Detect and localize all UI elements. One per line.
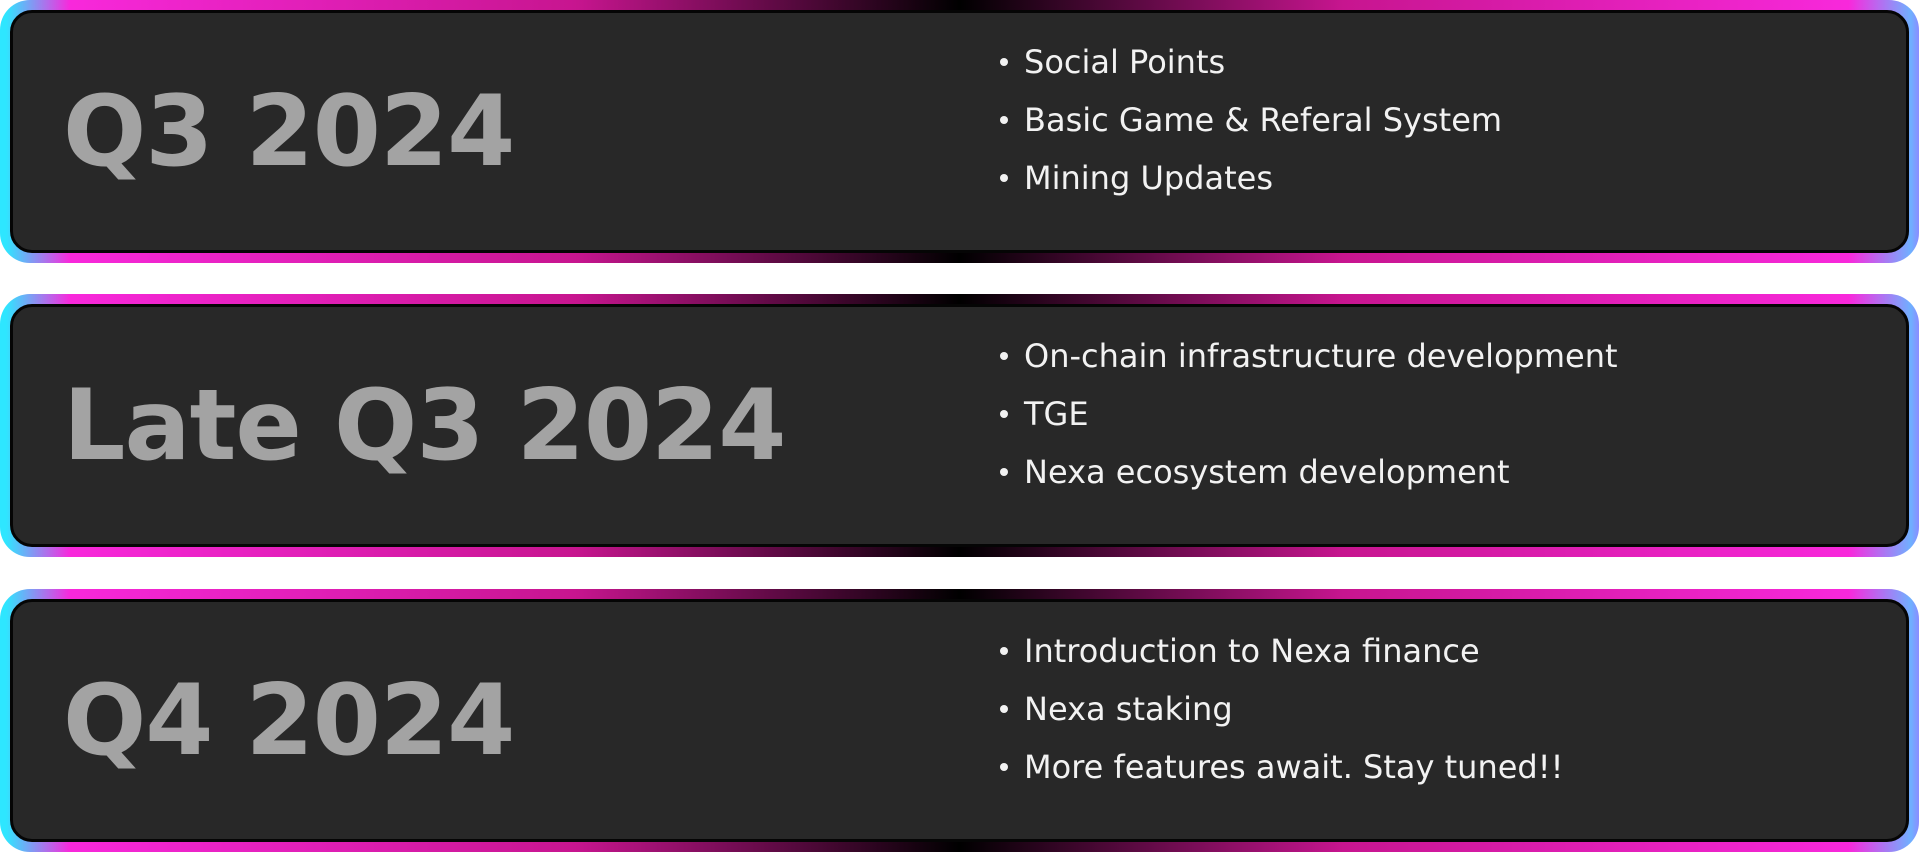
milestone-label: More features await. Stay tuned!! [1024,748,1564,786]
card-panel: Q4 2024 Introduction to Nexa finance Nex… [10,599,1909,842]
milestone-label: Introduction to Nexa finance [1024,632,1480,670]
list-item: Mining Updates [996,159,1502,217]
roadmap-card-q3-2024: Q3 2024 Social Points Basic Game & Refer… [0,0,1919,263]
card-panel: Late Q3 2024 On-chain infrastructure dev… [10,304,1909,547]
bullet-icon [1000,468,1008,476]
milestone-list: Social Points Basic Game & Referal Syste… [996,43,1502,217]
bullet-icon [1000,116,1008,124]
bullet-icon [1000,352,1008,360]
period-title: Q3 2024 [63,74,515,189]
milestone-label: Nexa ecosystem development [1024,453,1510,491]
milestone-list: Introduction to Nexa finance Nexa stakin… [996,632,1563,806]
period-title: Q4 2024 [63,663,515,778]
bullet-icon [1000,410,1008,418]
bullet-icon [1000,58,1008,66]
bullet-icon [1000,174,1008,182]
milestone-label: Social Points [1024,43,1226,81]
list-item: Introduction to Nexa finance [996,632,1563,690]
milestone-label: On-chain infrastructure development [1024,337,1618,375]
milestone-label: Basic Game & Referal System [1024,101,1503,139]
roadmap-card-late-q3-2024: Late Q3 2024 On-chain infrastructure dev… [0,294,1919,557]
list-item: Social Points [996,43,1502,101]
milestone-label: Nexa staking [1024,690,1233,728]
list-item: TGE [996,395,1618,453]
milestone-label: TGE [1024,395,1089,433]
card-panel: Q3 2024 Social Points Basic Game & Refer… [10,10,1909,253]
milestone-list: On-chain infrastructure development TGE … [996,337,1618,511]
milestone-label: Mining Updates [1024,159,1273,197]
roadmap-card-q4-2024: Q4 2024 Introduction to Nexa finance Nex… [0,589,1919,852]
list-item: More features await. Stay tuned!! [996,748,1563,806]
list-item: Nexa staking [996,690,1563,748]
bullet-icon [1000,705,1008,713]
bullet-icon [1000,647,1008,655]
list-item: Nexa ecosystem development [996,453,1618,511]
period-title: Late Q3 2024 [63,368,786,483]
bullet-icon [1000,763,1008,771]
list-item: Basic Game & Referal System [996,101,1502,159]
list-item: On-chain infrastructure development [996,337,1618,395]
